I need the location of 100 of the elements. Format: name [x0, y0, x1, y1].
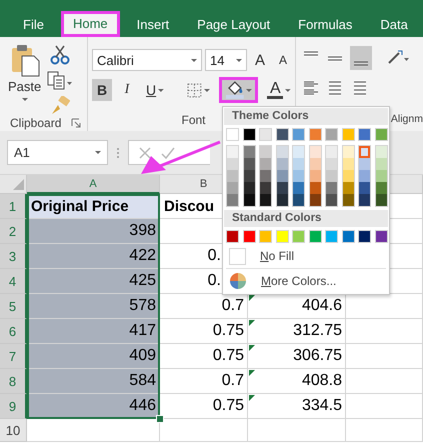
paste-button[interactable]: Paste — [8, 43, 42, 116]
color-swatch[interactable] — [310, 170, 320, 182]
caret-icon[interactable] — [191, 58, 197, 62]
row-header[interactable]: 9 — [0, 394, 27, 419]
color-swatch[interactable] — [276, 194, 288, 206]
color-swatch[interactable] — [326, 182, 337, 194]
row-header[interactable]: 5 — [0, 294, 27, 319]
color-swatch[interactable] — [227, 146, 238, 158]
color-swatch[interactable] — [260, 158, 271, 170]
check-icon[interactable] — [161, 146, 175, 158]
color-swatch[interactable] — [293, 182, 304, 194]
row-header[interactable]: 7 — [0, 344, 27, 369]
color-swatch[interactable] — [244, 170, 254, 182]
color-swatch[interactable] — [244, 146, 254, 158]
shrink-font-button[interactable]: A — [273, 49, 293, 71]
caret-icon[interactable] — [246, 88, 252, 92]
color-swatch[interactable] — [260, 146, 271, 158]
color-swatch[interactable] — [293, 146, 304, 158]
caret-icon[interactable] — [285, 88, 291, 92]
row-header[interactable]: 8 — [0, 369, 27, 394]
ribbon-tab[interactable]: Home — [60, 11, 120, 37]
color-swatch[interactable] — [227, 158, 238, 170]
color-swatch[interactable] — [293, 158, 304, 170]
color-swatch[interactable] — [342, 170, 354, 182]
row-header[interactable]: 4 — [0, 269, 27, 294]
underline-button[interactable]: U — [142, 79, 168, 101]
color-swatch[interactable] — [310, 182, 320, 194]
launcher-icon[interactable] — [71, 118, 81, 128]
grow-font-button[interactable]: A — [250, 49, 270, 71]
color-swatch[interactable] — [376, 170, 386, 182]
color-swatch[interactable] — [359, 170, 370, 182]
color-swatch[interactable] — [260, 170, 271, 182]
color-swatch[interactable] — [326, 158, 337, 170]
caret-icon[interactable] — [158, 88, 164, 92]
color-swatch[interactable] — [326, 170, 337, 182]
ribbon-tab[interactable]: Insert — [126, 11, 180, 37]
italic-button[interactable]: I — [117, 79, 137, 101]
ribbon-tab[interactable]: Data — [369, 11, 419, 37]
fill-color-button[interactable] — [218, 77, 258, 103]
color-swatch[interactable] — [293, 194, 304, 206]
font-size-field[interactable]: 14 — [205, 49, 247, 71]
select-all-icon[interactable] — [12, 178, 24, 191]
cancel-icon[interactable] — [139, 146, 151, 158]
copy-icon[interactable] — [47, 71, 74, 90]
color-swatch[interactable] — [276, 158, 288, 170]
bold-button[interactable]: B — [92, 79, 112, 101]
color-swatch[interactable] — [359, 158, 370, 170]
ribbon-tab[interactable]: File — [12, 11, 55, 37]
font-color-button[interactable]: A — [263, 79, 295, 101]
align-left-icon[interactable] — [302, 79, 320, 97]
menu-item[interactable]: More Colors... — [261, 274, 336, 288]
color-swatch[interactable] — [227, 170, 238, 182]
color-swatch[interactable] — [376, 194, 386, 206]
color-swatch[interactable] — [342, 158, 354, 170]
color-swatch[interactable] — [342, 182, 354, 194]
color-swatch[interactable] — [276, 170, 288, 182]
caret-icon[interactable] — [236, 58, 242, 62]
color-swatch[interactable] — [376, 146, 386, 158]
color-swatch[interactable] — [310, 194, 320, 206]
fill-handle[interactable] — [156, 415, 164, 423]
paintbrush-icon[interactable] — [50, 96, 70, 116]
font-name-field[interactable]: Calibri — [92, 49, 202, 71]
color-swatch[interactable] — [376, 182, 386, 194]
color-swatch[interactable] — [260, 194, 271, 206]
ribbon-tab[interactable]: Formulas — [287, 11, 364, 37]
color-swatch[interactable] — [260, 182, 271, 194]
row-header[interactable]: 2 — [0, 219, 27, 244]
caret-icon[interactable] — [204, 88, 210, 92]
color-swatch[interactable] — [244, 194, 254, 206]
row-header[interactable]: 1 — [0, 194, 27, 219]
color-swatch[interactable] — [227, 182, 238, 194]
column-header[interactable]: A — [27, 175, 160, 194]
color-swatch[interactable] — [359, 194, 370, 206]
name-box[interactable]: A1 — [7, 140, 108, 165]
color-swatch[interactable] — [342, 194, 354, 206]
color-swatch[interactable] — [342, 146, 354, 158]
caret-icon[interactable] — [22, 98, 28, 101]
color-swatch[interactable] — [244, 158, 254, 170]
color-swatch[interactable] — [276, 146, 288, 158]
color-swatch[interactable] — [310, 158, 320, 170]
row-header[interactable]: 3 — [0, 244, 27, 269]
row-header[interactable]: 10 — [0, 419, 27, 442]
menu-item[interactable]: No Fill — [260, 249, 294, 263]
scissors-icon[interactable] — [50, 45, 70, 65]
color-swatch[interactable] — [244, 182, 254, 194]
align-center-icon[interactable] — [326, 79, 344, 97]
color-swatch[interactable] — [293, 170, 304, 182]
color-swatch[interactable] — [276, 182, 288, 194]
color-swatch[interactable] — [326, 194, 337, 206]
row-header[interactable]: 6 — [0, 319, 27, 344]
color-swatch[interactable] — [359, 182, 370, 194]
table-cell: 0.75 — [160, 319, 248, 344]
caret-icon[interactable] — [95, 151, 101, 154]
color-swatch[interactable] — [310, 146, 320, 158]
color-swatch[interactable] — [376, 158, 386, 170]
ribbon-tab[interactable]: Page Layout — [186, 11, 282, 37]
color-swatch[interactable] — [326, 146, 337, 158]
color-swatch[interactable] — [227, 194, 238, 206]
bottom-align-button[interactable] — [350, 46, 372, 70]
color-swatch[interactable] — [359, 146, 370, 158]
